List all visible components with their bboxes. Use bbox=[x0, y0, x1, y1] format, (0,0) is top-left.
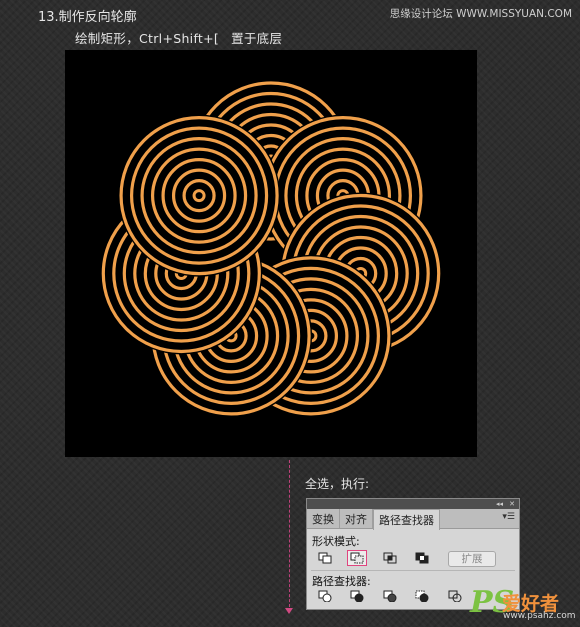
watermark-url: www.psahz.com bbox=[503, 611, 576, 621]
crop-button[interactable] bbox=[412, 588, 432, 604]
instruction-shortcut: 绘制矩形，Ctrl+Shift+[ bbox=[75, 31, 220, 46]
artwork-canvas bbox=[65, 50, 477, 457]
exclude-button[interactable] bbox=[412, 550, 432, 566]
trim-icon bbox=[350, 590, 364, 602]
expand-button[interactable]: 扩展 bbox=[448, 551, 496, 567]
panel-menu-icon[interactable]: ▾☰ bbox=[502, 512, 515, 522]
shape-modes-label: 形状模式: bbox=[312, 535, 360, 548]
ring-artwork bbox=[100, 80, 442, 417]
tab-transform[interactable]: 变换 bbox=[307, 509, 340, 528]
guide-arrow-icon bbox=[285, 608, 293, 614]
minus-front-button[interactable] bbox=[347, 550, 367, 566]
merge-button[interactable] bbox=[380, 588, 400, 604]
panel-divider bbox=[311, 570, 515, 571]
intersect-button[interactable] bbox=[380, 550, 400, 566]
ring-7 bbox=[118, 114, 281, 277]
panel-titlebar[interactable]: ◂◂ ✕ bbox=[307, 499, 519, 509]
close-icon[interactable]: ✕ bbox=[509, 499, 515, 509]
merge-icon bbox=[383, 590, 397, 602]
divide-icon bbox=[318, 590, 332, 602]
divide-button[interactable] bbox=[315, 588, 335, 604]
collapse-icon[interactable]: ◂◂ bbox=[496, 499, 503, 509]
tab-pathfinder[interactable]: 路径查找器 bbox=[373, 509, 440, 530]
pathfinders-label: 路径查找器: bbox=[312, 575, 371, 588]
panel-tabs: 变换 对齐 路径查找器 ▾☰ bbox=[307, 509, 519, 530]
instruction-text: 绘制矩形，Ctrl+Shift+[ 置于底层 bbox=[75, 28, 282, 47]
crop-icon bbox=[415, 590, 429, 602]
guide-dashed-line bbox=[289, 460, 290, 612]
intersect-icon bbox=[383, 552, 397, 564]
outline-icon bbox=[448, 590, 462, 602]
site-watermark: 思缘设计论坛 WWW.MISSYUAN.COM bbox=[389, 8, 572, 20]
outline-button[interactable] bbox=[445, 588, 465, 604]
callout-text: 全选，执行: bbox=[305, 477, 370, 491]
exclude-icon bbox=[415, 552, 429, 564]
unite-button[interactable] bbox=[315, 550, 335, 566]
unite-icon bbox=[318, 552, 332, 564]
trim-button[interactable] bbox=[347, 588, 367, 604]
step-title: 13.制作反向轮廓 bbox=[38, 10, 137, 25]
tab-align[interactable]: 对齐 bbox=[340, 509, 373, 528]
minus-front-icon bbox=[350, 552, 364, 564]
instruction-tail: 置于底层 bbox=[231, 31, 283, 46]
